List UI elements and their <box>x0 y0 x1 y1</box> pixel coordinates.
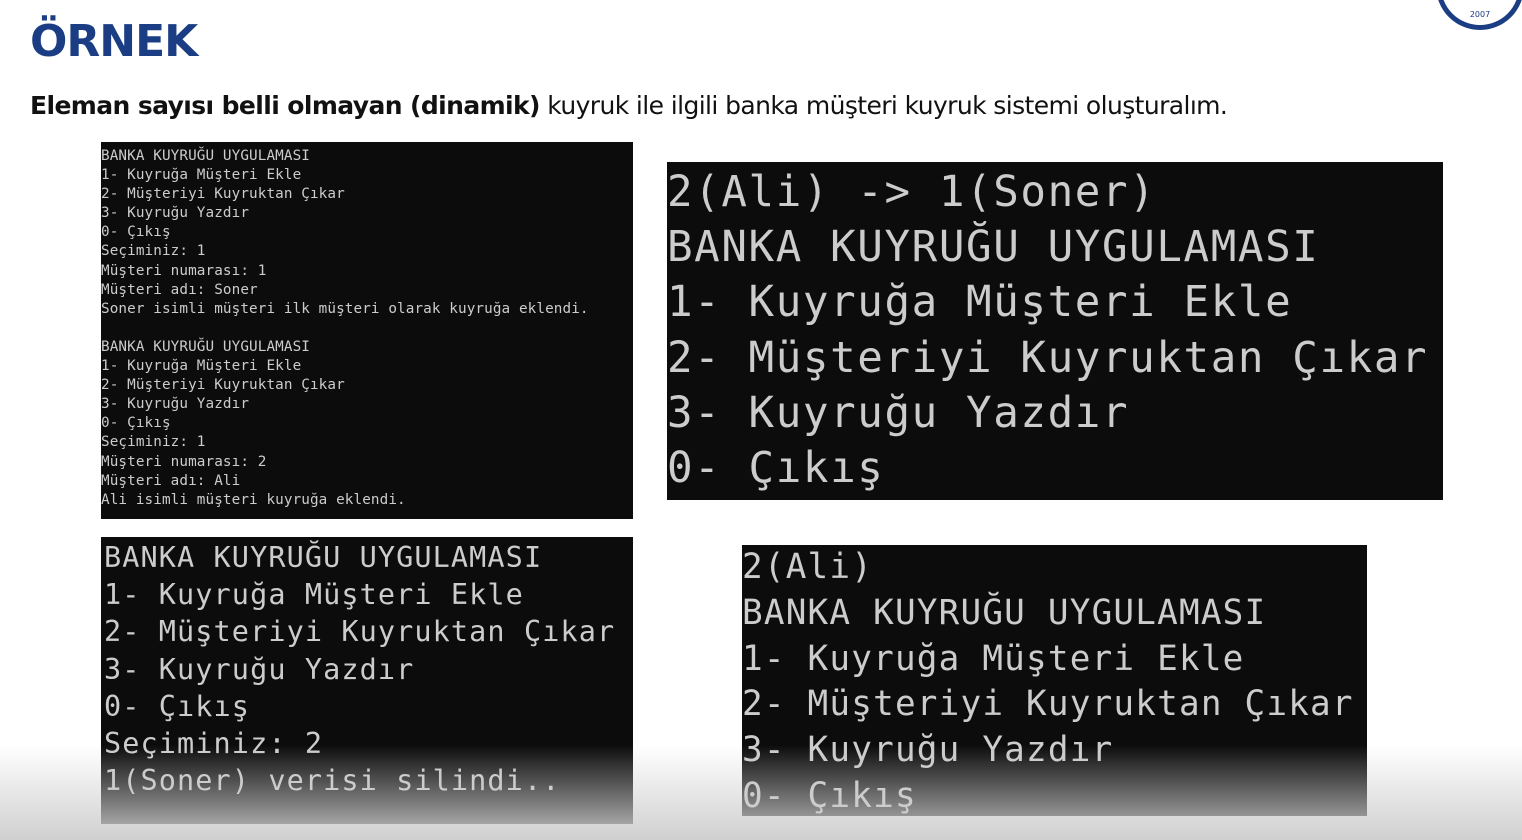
console-line: Müşteri numarası: 2 <box>101 453 267 470</box>
console-line: 3- Kuyruğu Yazdır <box>104 652 415 686</box>
console-line: BANKA KUYRUĞU UYGULAMASI <box>667 223 1320 273</box>
subtitle-regular-part: kuyruk ile ilgili banka müşteri kuyruk s… <box>539 91 1228 120</box>
console-line: Seçiminiz: 1 <box>101 434 206 451</box>
console-line: 2(Ali) -> 1(Soner) <box>667 168 1157 217</box>
console-line: Seçiminiz: 1 <box>101 243 206 260</box>
console-line: 2- Müşteriyi Kuyruktan Çıkar <box>667 333 1429 383</box>
university-logo-text: 2007 <box>1469 10 1491 19</box>
console-line: BANKA KUYRUĞU UYGULAMASI <box>104 541 543 574</box>
console-line: BANKA KUYRUĞU UYGULAMASI <box>101 338 310 355</box>
console-screenshot-remove-customer: BANKA KUYRUĞU UYGULAMASI 1- Kuyruğa Müşte… <box>101 537 633 824</box>
console-line: 1- Kuyruğa Müşteri Ekle <box>101 358 302 375</box>
console-line: 3- Kuyruğu Yazdır <box>101 396 250 413</box>
console-line: BANKA KUYRUĞU UYGULAMASI <box>742 592 1267 633</box>
console-line: 1- Kuyruğa Müşteri Ekle <box>667 278 1293 328</box>
console-line: Müşteri adı: Ali <box>101 472 241 489</box>
console-line: 0- Çıkış <box>101 415 171 432</box>
university-logo: 2007 <box>1436 0 1522 30</box>
console-line: 1- Kuyruğa Müşteri Ekle <box>104 578 524 612</box>
subtitle-bold-part: Eleman sayısı belli olmayan (dinamik) <box>30 91 540 120</box>
console-line: Müşteri adı: Soner <box>101 281 258 298</box>
console-line: 2- Müşteriyi Kuyruktan Çıkar <box>101 377 345 394</box>
console-line: BANKA KUYRUĞU UYGULAMASI <box>101 148 310 164</box>
console-line: 3- Kuyruğu Yazdır <box>667 388 1130 438</box>
slide-subtitle: Eleman sayısı belli olmayan (dinamik) ku… <box>30 88 1228 124</box>
console-line: Seçiminiz: 2 <box>104 726 324 760</box>
console-screenshot-add-customers: BANKA KUYRUĞU UYGULAMASI 1- Kuyruğa Müşte… <box>101 142 633 519</box>
console-line: 1- Kuyruğa Müşteri Ekle <box>742 638 1245 679</box>
console-line: 3- Kuyruğu Yazdır <box>742 730 1114 771</box>
console-line: 3- Kuyruğu Yazdır <box>101 205 250 222</box>
console-line: 2(Ali) <box>742 547 874 587</box>
console-line: Ali isimli müşteri kuyruğa eklendi. <box>101 491 406 508</box>
console-screenshot-print-queue: 2(Ali) -> 1(Soner) BANKA KUYRUĞU UYGULAMA… <box>667 162 1443 500</box>
console-line: 2- Müşteriyi Kuyruktan Çıkar <box>101 186 345 203</box>
console-line: 0- Çıkış <box>101 224 171 241</box>
console-line: 0- Çıkış <box>742 775 917 816</box>
console-line: Soner isimli müşteri ilk müşteri olarak … <box>101 300 589 317</box>
console-line: 0- Çıkış <box>104 689 251 723</box>
console-line: 1- Kuyruğa Müşteri Ekle <box>101 167 302 184</box>
console-line: 2- Müşteriyi Kuyruktan Çıkar <box>742 684 1354 725</box>
console-line: Müşteri numarası: 1 <box>101 262 267 279</box>
console-line: 0- Çıkış <box>667 443 885 493</box>
slide-title: ÖRNEK <box>30 16 198 67</box>
console-screenshot-queue-after-removal: 2(Ali) BANKA KUYRUĞU UYGULAMASI 1- Kuyruğa… <box>742 545 1367 816</box>
console-line: 2- Müşteriyi Kuyruktan Çıkar <box>104 615 616 649</box>
console-line: 1(Soner) verisi silindi.. <box>104 764 561 798</box>
